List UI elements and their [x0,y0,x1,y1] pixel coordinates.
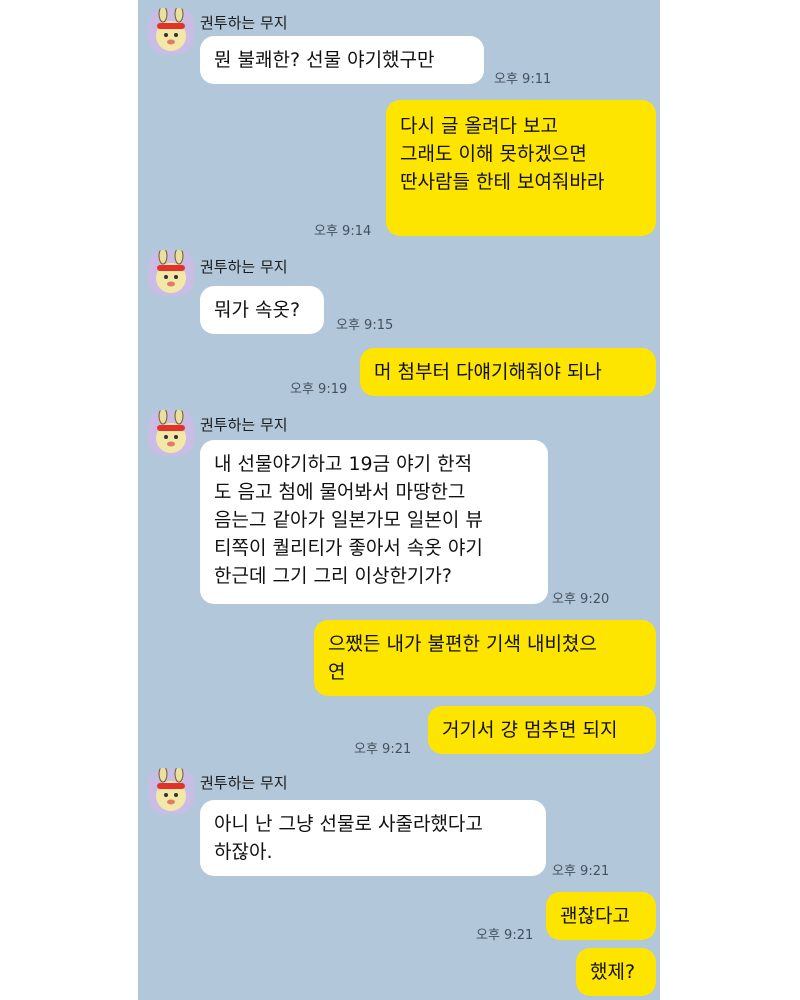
message-bubble-outgoing[interactable]: 했제? [576,948,656,996]
message-bubble-outgoing[interactable]: 거기서 걍 멈추면 되지 [428,706,656,754]
muzi-character-icon [156,250,186,293]
message-time: 오후 9:21 [354,742,412,757]
avatar[interactable] [148,8,194,54]
avatar[interactable] [148,768,194,814]
avatar[interactable] [148,250,194,296]
muzi-character-icon [156,768,186,811]
message-time: 오후 9:14 [314,224,372,239]
message-bubble-outgoing[interactable]: 다시 글 올려다 보고 그래도 이해 못하겠으면 딴사람들 한테 보여줘바라 [386,100,656,236]
message-time: 오후 9:21 [476,928,534,943]
chat-room[interactable]: 권투하는 무지 뭔 불쾌한? 선물 야기했구만 오후 9:11 다시 글 올려다… [138,0,660,1000]
message-time: 오후 9:20 [552,592,610,607]
message-bubble-incoming[interactable]: 뭐가 속옷? [200,286,324,334]
message-time: 오후 9:21 [552,864,610,879]
sender-name: 권투하는 무지 [200,774,288,792]
message-time: 오후 9:11 [494,72,552,87]
sender-name: 권투하는 무지 [200,258,288,276]
message-bubble-outgoing[interactable]: 으쨌든 내가 불편한 기색 내비쳤으 연 [314,620,656,696]
message-bubble-incoming[interactable]: 아니 난 그냥 선물로 사줄라했다고 하잖아. [200,800,546,876]
message-bubble-incoming[interactable]: 뭔 불쾌한? 선물 야기했구만 [200,36,484,84]
message-bubble-outgoing[interactable]: 괜찮다고 [546,892,656,940]
message-bubble-incoming[interactable]: 내 선물야기하고 19금 야기 한적 도 음고 첨에 물어봐서 마땅한그 음는그… [200,440,548,604]
message-bubble-outgoing[interactable]: 머 첨부터 다얘기해줘야 되나 [360,348,656,396]
muzi-character-icon [156,410,186,453]
muzi-character-icon [156,8,186,51]
sender-name: 권투하는 무지 [200,416,288,434]
sender-name: 권투하는 무지 [200,14,288,32]
avatar[interactable] [148,410,194,456]
message-time: 오후 9:19 [290,382,348,397]
message-time: 오후 9:15 [336,318,394,333]
